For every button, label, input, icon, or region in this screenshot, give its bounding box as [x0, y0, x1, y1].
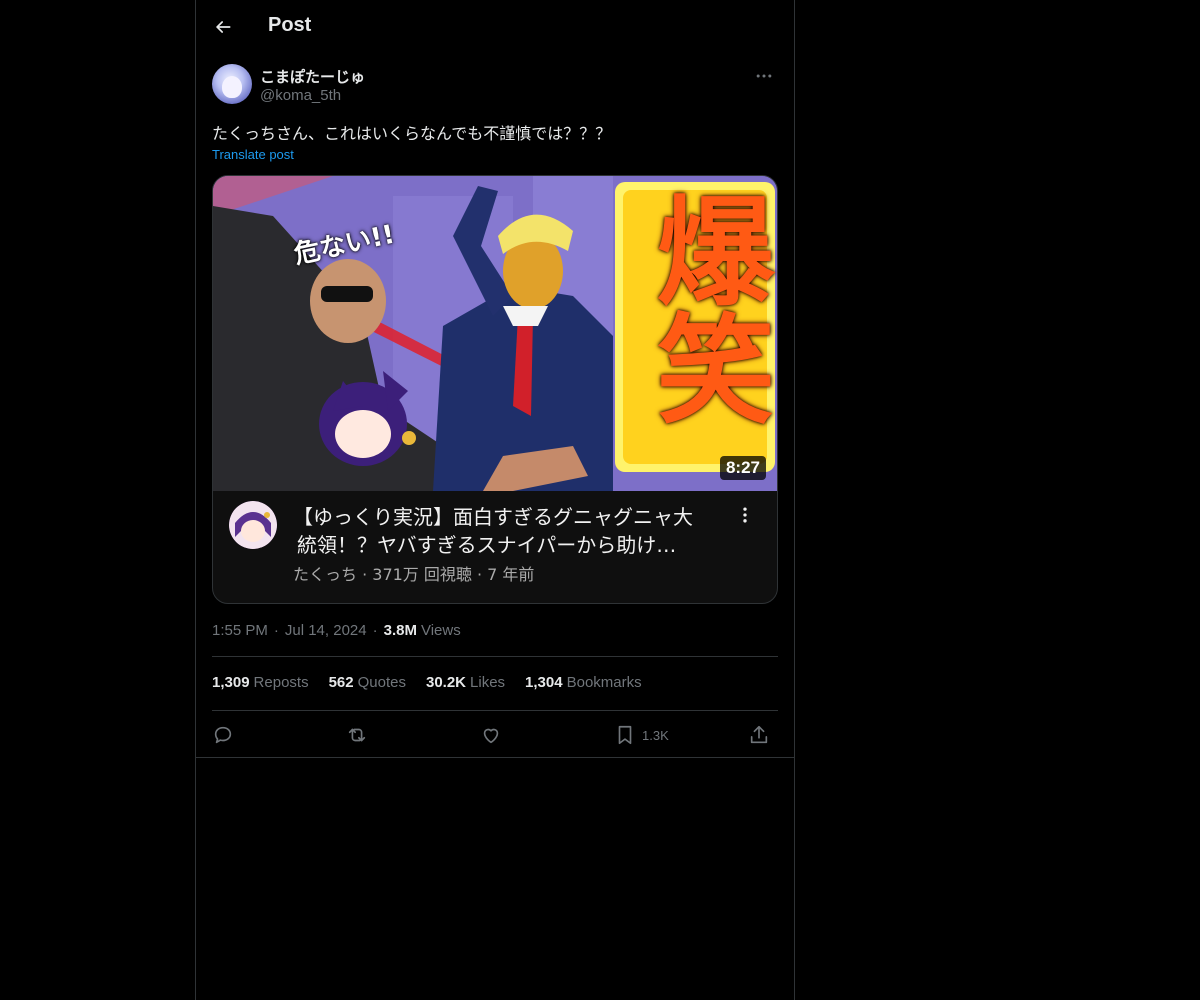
separator-dot: ·: [372, 622, 378, 639]
likes-count: 30.2K: [425, 674, 467, 691]
video-duration: 8:27: [719, 456, 766, 480]
video-thumbnail[interactable]: 危ない!! 爆笑 8:27: [213, 176, 777, 491]
more-horizontal-icon: [756, 74, 772, 78]
bookmarks-label: Bookmarks: [566, 674, 642, 691]
post-column: Post こまぽたーじゅ @koma_5th たくっちさん、これはいくらなんでも…: [195, 0, 795, 1000]
action-bar: 1.3K: [212, 720, 778, 750]
page-header: Post: [196, 0, 794, 53]
like-button[interactable]: [480, 720, 502, 750]
post-time[interactable]: 1:55 PM: [212, 622, 268, 639]
quotes-stat[interactable]: 562 Quotes: [329, 674, 406, 691]
back-button[interactable]: [208, 12, 238, 42]
heart-icon: [483, 728, 499, 744]
engagement-stats: 1,309 Reposts 562 Quotes 30.2K Likes 1,304 B…: [212, 674, 662, 691]
avatar-face: [222, 76, 242, 98]
thumbnail-big-text: 爆笑: [636, 190, 774, 426]
bookmark-button[interactable]: 1.3K: [614, 720, 669, 750]
divider: [196, 757, 794, 758]
translate-post-link[interactable]: Translate post: [212, 147, 294, 162]
arrow-left-icon: [216, 21, 231, 33]
likes-stat[interactable]: 30.2K Likes: [426, 674, 505, 691]
video-title-line-1: 【ゆっくり実況】面白すぎるグニャグニャ大: [293, 505, 693, 529]
video-options-button[interactable]: [733, 503, 757, 527]
more-vertical-icon: [743, 507, 747, 523]
video-title-line-2: 統領！？ヤバすぎるスナイパーから助け…: [297, 533, 677, 557]
repost-icon: [348, 728, 366, 742]
reply-button[interactable]: [212, 720, 234, 750]
quotes-label: Quotes: [357, 674, 406, 691]
channel-avatar[interactable]: [229, 501, 277, 549]
author-display-name[interactable]: こまぽたーじゅ: [260, 66, 365, 87]
author-handle[interactable]: @koma_5th: [260, 87, 341, 104]
user-avatar[interactable]: [212, 64, 252, 104]
video-card[interactable]: 危ない!! 爆笑 8:27 【ゆっくり実況】面白すぎるグニャグニャ大 統領！？ヤ…: [212, 175, 778, 604]
more-options-button[interactable]: [750, 64, 778, 88]
repost-button[interactable]: [346, 720, 368, 750]
reposts-label: Reposts: [253, 674, 309, 691]
quotes-count: 562: [328, 674, 354, 691]
divider: [212, 710, 778, 711]
views-count: 3.8M: [383, 622, 417, 639]
post-text: たくっちさん、これはいくらなんでも不謹慎では？？？: [212, 124, 612, 143]
bookmarks-count: 1,304: [525, 674, 563, 691]
post-date[interactable]: Jul 14, 2024: [285, 622, 367, 639]
bookmarks-stat[interactable]: 1,304 Bookmarks: [525, 674, 642, 691]
share-button[interactable]: [748, 720, 770, 750]
channel-avatar-art: [229, 501, 277, 549]
likes-label: Likes: [470, 674, 506, 691]
views-label: Views: [420, 622, 461, 639]
reposts-count: 1,309: [212, 674, 250, 691]
share-icon: [750, 725, 768, 744]
bookmark-icon: [618, 725, 632, 745]
video-meta: たくっち · 371万 回視聴 · 7 年前: [293, 565, 535, 584]
post-timestamp-row: 1:55 PM · Jul 14, 2024 · 3.8M Views: [212, 622, 461, 639]
video-title[interactable]: 【ゆっくり実況】面白すぎるグニャグニャ大 統領！？ヤバすぎるスナイパーから助け…: [293, 503, 733, 559]
page-title: Post: [268, 14, 312, 36]
reply-icon: [214, 726, 232, 744]
post-author: こまぽたーじゅ @koma_5th: [212, 64, 778, 106]
separator-dot: ·: [273, 622, 279, 639]
reposts-stat[interactable]: 1,309 Reposts: [212, 674, 309, 691]
video-card-info: 【ゆっくり実況】面白すぎるグニャグニャ大 統領！？ヤバすぎるスナイパーから助け……: [213, 491, 777, 603]
bookmark-count: 1.3K: [642, 727, 669, 743]
divider: [212, 656, 778, 657]
